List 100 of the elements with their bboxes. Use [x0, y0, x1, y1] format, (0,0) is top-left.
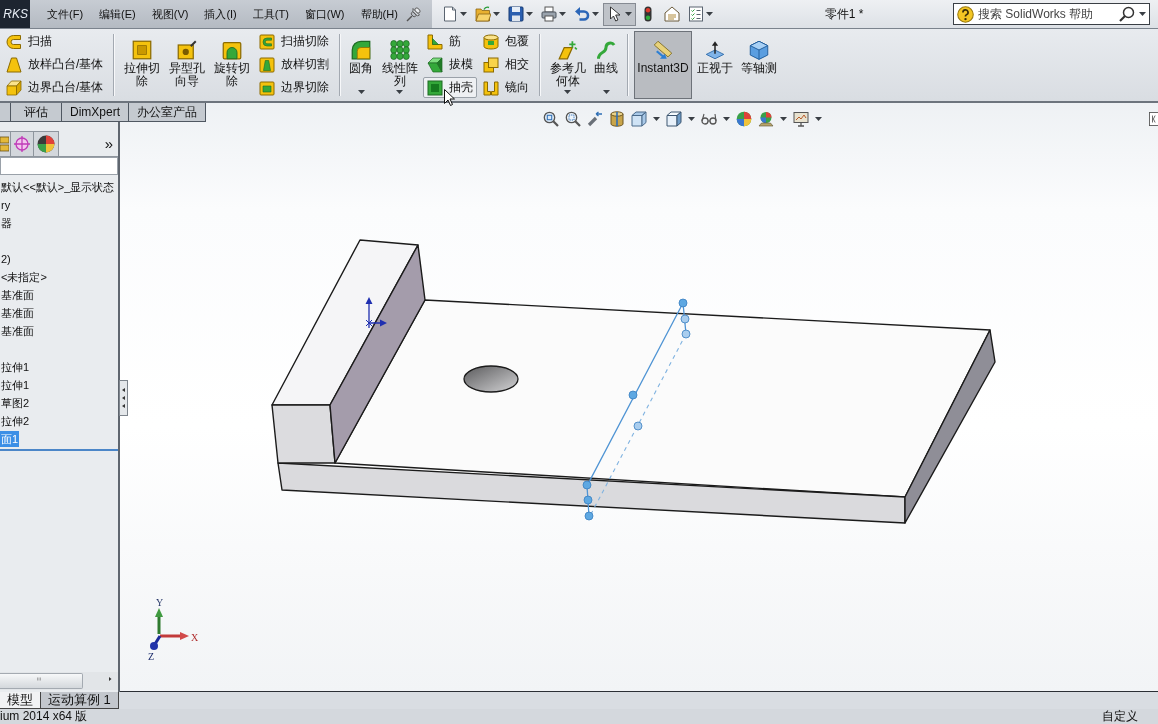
ribbon-button[interactable]: 抽壳	[423, 77, 478, 98]
menu-item[interactable]: 插入(I)	[196, 6, 245, 22]
ribbon-button[interactable]: 扫描切除	[255, 31, 334, 52]
help-icon	[957, 5, 974, 23]
monitor-icon[interactable]	[793, 111, 809, 127]
status-text: ium 2014 x64 版	[0, 709, 88, 724]
collapse-handle[interactable]	[119, 380, 128, 416]
toolbar-button[interactable]	[603, 2, 636, 26]
cylinder-icon	[483, 33, 500, 50]
menu-item[interactable]: 文件(F)	[39, 6, 92, 22]
dropdown-caret-icon[interactable]	[688, 117, 695, 121]
pointer-arrow-icon	[607, 6, 623, 22]
command-tab[interactable]: DimXpert	[61, 103, 129, 122]
ribbon-button[interactable]: 放样切割	[255, 54, 334, 75]
stacked-boxes-icon	[0, 136, 9, 152]
axis-label: Z	[148, 651, 155, 662]
ribbon-button[interactable]: 拉伸切除	[120, 31, 164, 99]
ribbon-button[interactable]: 圆角	[346, 31, 377, 99]
ribbon-button[interactable]: 边界凸台/基体	[2, 77, 108, 98]
tree-item[interactable]: 基准面	[0, 323, 35, 339]
app-logo: RKS	[0, 0, 30, 28]
model-tab[interactable]: 模型	[0, 692, 41, 709]
tree-item[interactable]: 基准面	[0, 287, 35, 303]
magnifier-icon[interactable]	[543, 111, 559, 127]
tree-item[interactable]: 默认<<默认>_显示状态	[0, 179, 116, 195]
folder-icon	[475, 6, 491, 22]
search-box[interactable]: 搜索 SolidWorks 帮助	[953, 3, 1150, 25]
dot-grid-icon	[389, 40, 410, 60]
sphere-icon[interactable]	[736, 111, 752, 127]
tree-item[interactable]: 草图2	[0, 395, 31, 411]
dropdown-caret-icon[interactable]	[723, 117, 730, 121]
block-icon	[483, 56, 500, 73]
magnifier-icon[interactable]	[565, 111, 581, 127]
tree-item[interactable]: 2)	[0, 251, 12, 267]
axis-triad-drawing	[150, 608, 189, 650]
ribbon-button[interactable]: 正视于	[693, 31, 736, 99]
ribbon-button[interactable]: 包覆	[479, 31, 534, 52]
ribbon-button[interactable]: 等轴测	[737, 31, 780, 99]
axis-label: Y	[156, 597, 164, 608]
block-icon	[259, 56, 276, 73]
tree-item[interactable]: 拉伸1	[0, 377, 31, 393]
scrollbar-thumb[interactable]	[0, 673, 83, 689]
dropdown-caret-icon[interactable]	[653, 117, 660, 121]
tree-item[interactable]: 基准面	[0, 305, 35, 321]
tree-item[interactable]: ry	[0, 197, 12, 213]
dropdown-caret-icon[interactable]	[815, 117, 822, 121]
panel-tab[interactable]	[34, 131, 59, 156]
ribbon-button[interactable]: 筋	[423, 31, 478, 52]
ribbon-button[interactable]: 拔模	[423, 54, 478, 75]
ribbon-button[interactable]: 放样凸台/基体	[2, 54, 108, 75]
model-tab[interactable]: 运动算例 1	[40, 692, 119, 709]
block-icon	[221, 40, 242, 60]
block-icon	[176, 40, 197, 60]
ribbon-button[interactable]: 线性阵列	[378, 31, 422, 99]
cylinder-icon[interactable]	[609, 111, 625, 127]
ribbon-button[interactable]: 扫描	[2, 31, 108, 52]
ribbon-button[interactable]: 镜向	[479, 77, 534, 98]
curved-block-icon	[6, 33, 22, 50]
ribbon-button[interactable]: 旋转切除	[210, 31, 254, 99]
pushpin-icon[interactable]	[405, 6, 422, 22]
menu-item[interactable]: 工具(T)	[244, 6, 297, 22]
filter-field[interactable]	[0, 157, 118, 175]
ribbon-button[interactable]: Instant3D	[634, 31, 692, 99]
ribbon-button[interactable]: 曲线	[591, 31, 622, 99]
tree-item[interactable]: 拉伸1	[0, 359, 31, 375]
menu-item[interactable]: 编辑(E)	[91, 6, 144, 22]
dropdown-caret-icon[interactable]	[1139, 12, 1146, 16]
block-icon	[131, 40, 152, 60]
window-icon[interactable]	[1149, 112, 1158, 126]
tree-item[interactable]: 器	[0, 215, 13, 231]
command-tab[interactable]	[0, 103, 11, 122]
wedge-icon	[427, 56, 444, 73]
crosshair-icon	[14, 136, 30, 152]
ribbon-button[interactable]: 参考几何体	[546, 31, 590, 99]
block-icon	[259, 33, 276, 50]
cube-icon[interactable]	[666, 111, 682, 127]
menu-item[interactable]: 帮助(H)	[352, 6, 406, 22]
tree-item[interactable]: <未指定>	[0, 269, 48, 285]
menu-item[interactable]: 视图(V)	[143, 6, 197, 22]
ribbon-button[interactable]: 边界切除	[255, 77, 334, 98]
search-icon[interactable]	[1119, 6, 1135, 22]
ribbon-button[interactable]: 相交	[479, 54, 534, 75]
tree-item[interactable]: 拉伸2	[0, 413, 31, 429]
rounded-block-icon	[351, 40, 372, 60]
menu-item[interactable]: 窗口(W)	[296, 6, 353, 22]
ribbon-button[interactable]: 异型孔向导	[165, 31, 209, 99]
dropdown-caret-icon[interactable]	[780, 117, 787, 121]
cube-icon[interactable]	[631, 111, 647, 127]
scrollbar-track[interactable]	[0, 672, 118, 690]
ruler-icon	[653, 40, 674, 60]
rib-block-icon	[427, 33, 444, 50]
command-tab[interactable]: 办公室产品	[128, 103, 206, 122]
block-icon	[259, 79, 276, 96]
search-field[interactable]: 搜索 SolidWorks 帮助	[978, 6, 1115, 22]
glasses-icon[interactable]	[701, 111, 717, 127]
more-tabs-button[interactable]: »	[102, 131, 115, 156]
sphere-icon[interactable]	[758, 111, 774, 127]
command-tab[interactable]: 评估	[10, 103, 62, 122]
cube-icon	[748, 40, 769, 60]
back-arrow-icon[interactable]	[587, 111, 603, 127]
